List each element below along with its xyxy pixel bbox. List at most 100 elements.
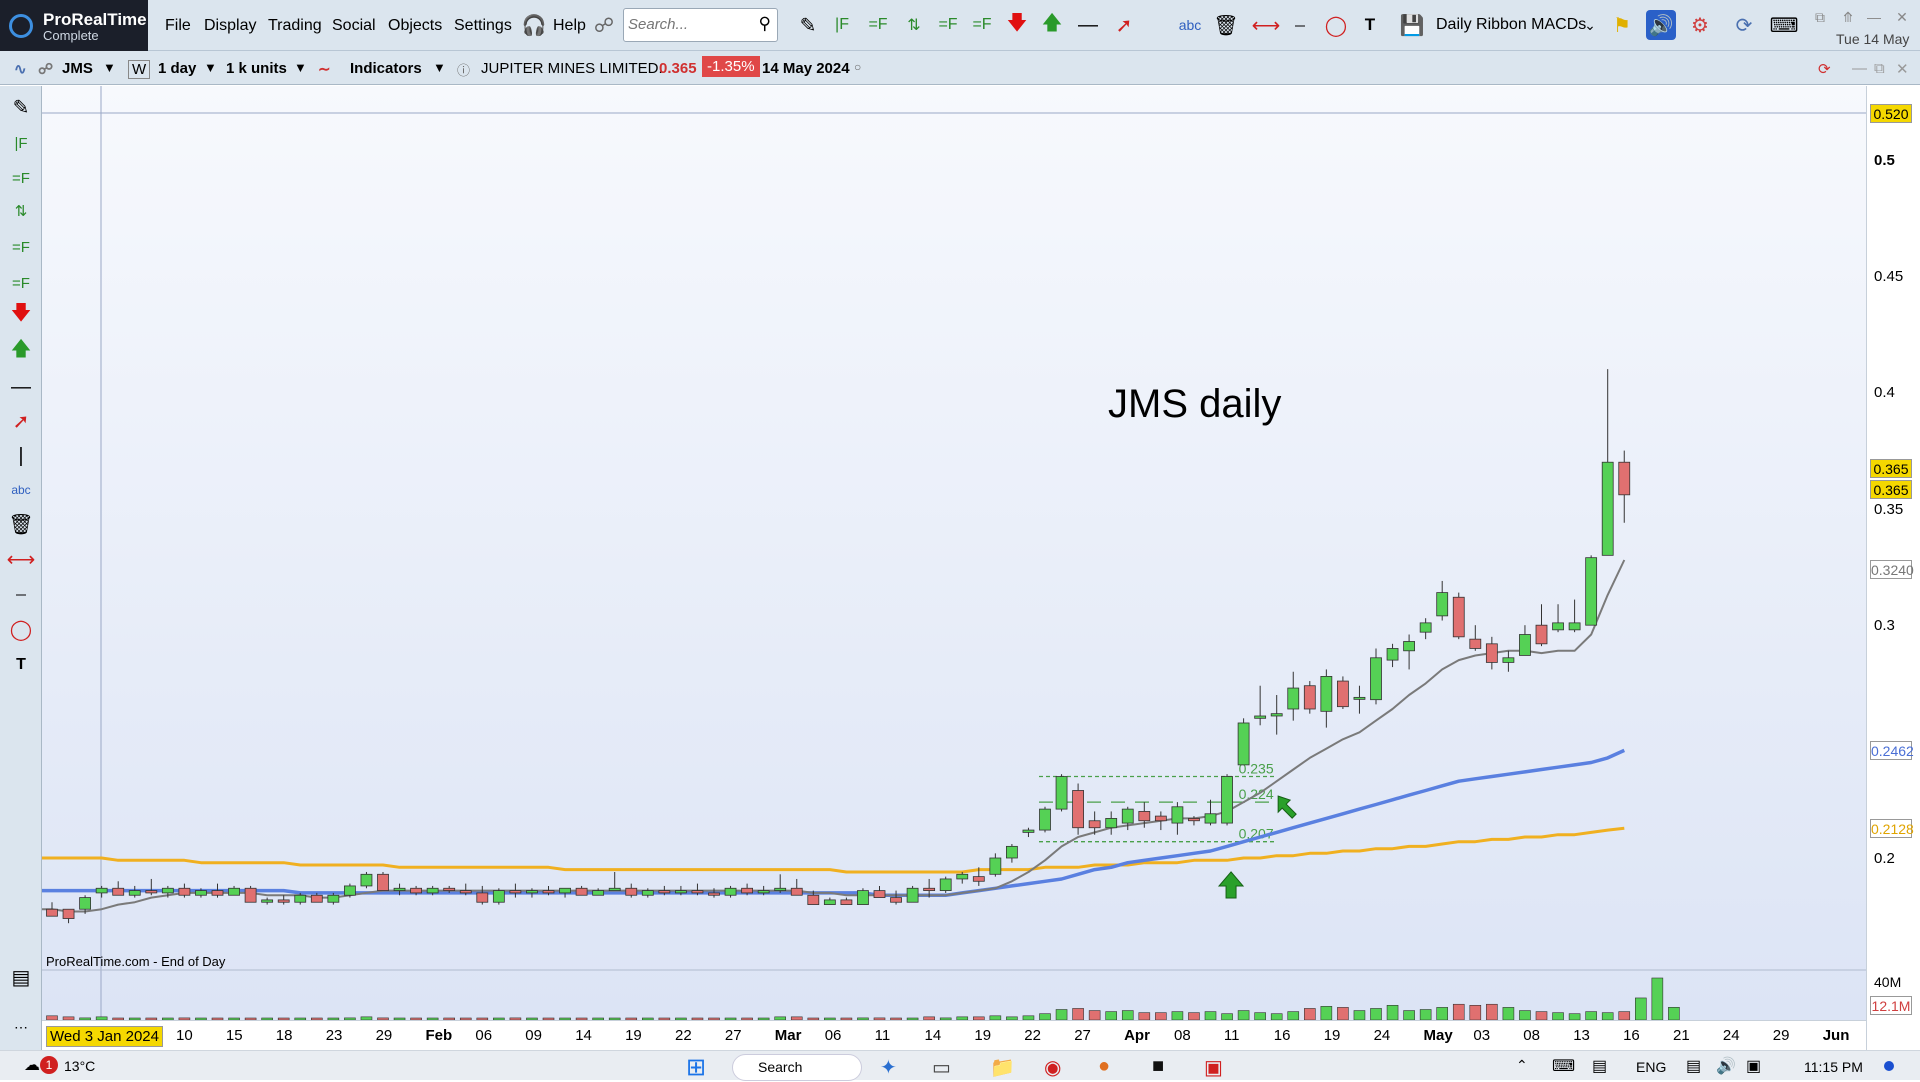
prorealtime-taskbar-icon[interactable]: ▣ [1204,1055,1223,1080]
menu-trading[interactable]: Trading [268,17,322,35]
headset-icon[interactable]: 🎧 [520,10,548,40]
restore-icon[interactable]: ⧉ [1806,2,1834,32]
more-icon[interactable]: ⋯ [8,1014,34,1040]
firefox-icon[interactable]: ● [1098,1055,1110,1078]
menu-social[interactable]: Social [332,17,376,35]
fib-level-icon[interactable]: =F [968,10,996,40]
close-icon[interactable]: ✕ [1888,2,1916,32]
date-tick: 22 [675,1027,692,1044]
battery-icon[interactable]: ▣ [1746,1056,1761,1076]
sell-arrow-icon[interactable]: 🡇 [1003,10,1031,40]
ellipse-icon[interactable]: ◯ [8,616,34,642]
text-tool-icon[interactable]: T [1356,10,1384,40]
trendline-icon[interactable]: ➚ [8,408,34,434]
chevron-down-icon[interactable]: ▼ [103,60,116,75]
start-icon[interactable]: ⊞ [686,1053,706,1082]
pencil-icon[interactable]: ✎ [8,94,34,120]
flag-icon[interactable]: ⚑ [1608,10,1636,40]
segment-icon[interactable]: ⟷ [7,546,36,572]
menu-display[interactable]: Display [204,17,256,35]
price-chart[interactable]: 0.235 0.224 0.207 JMS daily ProRealTime.co… [42,86,1866,1036]
search-box[interactable]: ⚲ [623,8,778,42]
ruler-icon[interactable]: ⎯ [1286,10,1314,40]
chrome-icon[interactable]: ◉ [1044,1055,1061,1080]
language-indicator[interactable]: ENG [1636,1059,1666,1075]
weather-temp[interactable]: 13°C [64,1058,95,1074]
abc-pattern-icon[interactable]: abc [1176,10,1204,40]
wifi-icon[interactable]: ▤ [1686,1056,1701,1076]
fib-retracement-icon[interactable]: |F [828,10,856,40]
refresh-icon[interactable]: ⟳ [1818,60,1831,78]
text-tool-icon[interactable]: T [8,652,34,678]
chevron-down-icon[interactable]: ▼ [204,60,217,75]
sell-arrow-icon[interactable]: 🡇 [8,302,34,328]
buy-arrow-icon[interactable]: 🡅 [8,338,34,364]
link-icon[interactable]: ☍ [590,10,618,40]
ellipse-icon[interactable]: ◯ [1322,10,1350,40]
clock[interactable]: 11:15 PM [1804,1059,1863,1075]
weather-icon[interactable]: ☁ [24,1055,40,1075]
menu-help[interactable]: Help [553,17,586,35]
tray-icon[interactable]: ▤ [1592,1056,1607,1076]
horizontal-line-icon[interactable]: — [1074,10,1102,40]
folder-icon[interactable]: 📁 [990,1055,1015,1080]
fib-retracement-icon[interactable]: |F [8,130,34,156]
fib-time-icon[interactable]: =F [8,234,34,260]
abc-pattern-icon[interactable]: abc [8,477,34,503]
menu-file[interactable]: File [165,17,191,35]
date-axis[interactable] [42,1020,1866,1050]
horizontal-line-icon[interactable]: — [8,374,34,400]
ticker-selector[interactable]: JMS [62,60,93,77]
fib-ext-icon[interactable]: ⇅ [8,198,34,224]
search-icon[interactable]: ⚲ [759,14,771,34]
restore-icon[interactable]: ⧉ [1874,60,1885,77]
fib-level-icon[interactable]: =F [8,270,34,296]
link-icon[interactable]: ☍ [38,60,53,78]
fib-fan-icon[interactable]: =F [864,10,892,40]
sync-icon[interactable]: ⟳ [1730,10,1758,40]
keyboard-icon[interactable]: ⌨ [1770,10,1799,40]
menu-settings[interactable]: Settings [454,17,512,35]
vertical-line-icon[interactable]: | [8,443,34,469]
minimize-icon[interactable]: — [1852,60,1867,77]
menu-objects[interactable]: Objects [388,17,442,35]
audio-icon[interactable]: 🔊 [1646,10,1676,40]
indicators-icon[interactable]: ∼ [318,60,331,78]
copilot-icon[interactable]: ✦ [880,1055,897,1080]
alert-icon[interactable]: ⚙ [1686,10,1714,40]
save-list-icon[interactable]: 💾 [1398,10,1426,40]
app-icon[interactable]: ■ [1152,1055,1164,1078]
chart-canvas[interactable]: 0.2350.2240.207 [42,86,1866,1020]
fib-fan-icon[interactable]: =F [8,165,34,191]
segment-icon[interactable]: ⟷ [1252,10,1281,40]
weekly-button[interactable]: W [128,60,151,79]
chevron-down-icon[interactable]: ⌄ [1576,10,1604,40]
volume-icon[interactable]: 🔊 [1716,1056,1736,1076]
taskbar-search[interactable]: Search [758,1059,802,1075]
close-icon[interactable]: ✕ [1896,60,1909,78]
search-input[interactable] [628,9,748,39]
info-icon[interactable]: ⓘ [457,60,470,79]
tray-chevron-icon[interactable]: ⌃ [1516,1057,1528,1074]
ruler-icon[interactable]: ⎯ [8,581,34,607]
buy-arrow-icon[interactable]: 🡅 [1038,10,1066,40]
timeframe-selector[interactable]: 1 day [158,60,196,77]
notification-dot[interactable] [1884,1061,1894,1071]
fib-ext-icon[interactable]: ⇅ [900,10,928,40]
tray-icon[interactable]: ⌨ [1552,1056,1575,1076]
task-view-icon[interactable]: ▭ [932,1055,951,1080]
volume-settings-icon[interactable]: ▤ [8,964,34,990]
list-selector[interactable]: Daily Ribbon MACDs [1436,16,1586,34]
trash-icon[interactable]: 🗑 [8,511,34,537]
indicators-button[interactable]: Indicators [350,60,422,77]
trendline-icon[interactable]: ➚ [1110,10,1138,40]
chevron-down-icon[interactable]: ▼ [294,60,307,75]
chart-type-icon[interactable]: ∿ [14,60,27,78]
units-selector[interactable]: 1 k units [226,60,287,77]
pencil-icon[interactable]: ✎ [794,10,822,40]
fib-time-icon[interactable]: =F [934,10,962,40]
minimize-icon[interactable]: — [1860,2,1888,32]
pin-icon[interactable]: ⤊ [1834,2,1862,32]
trash-icon[interactable]: 🗑 [1212,10,1240,40]
chevron-down-icon[interactable]: ▼ [433,60,446,75]
